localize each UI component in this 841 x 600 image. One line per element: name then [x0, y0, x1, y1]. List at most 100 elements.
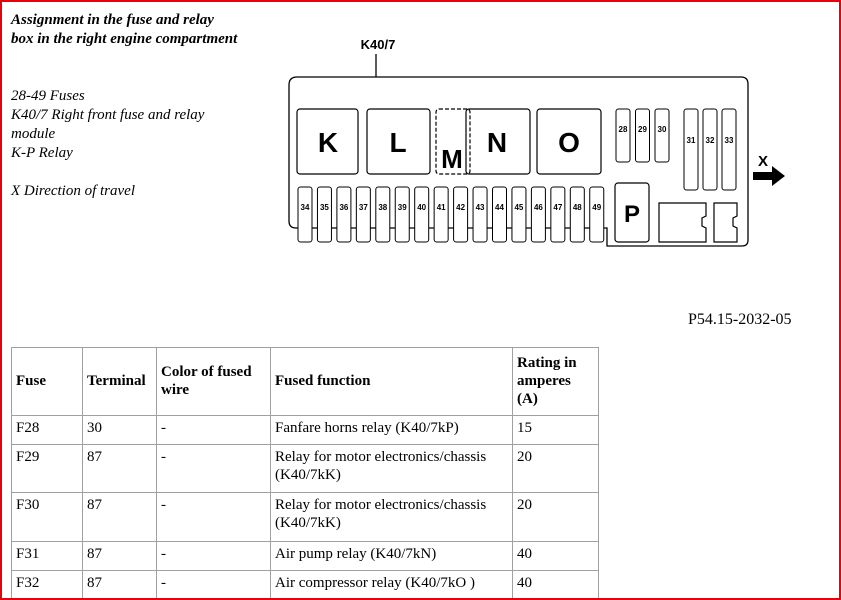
fuse-33: 33 — [721, 108, 737, 191]
fuse-label: 36 — [339, 203, 348, 212]
fuse-label: 35 — [320, 203, 329, 212]
fuse-body — [635, 108, 650, 163]
cell-fuse: F32 — [12, 571, 83, 600]
fuse-body — [492, 186, 507, 243]
header-wire-color: Color of fused wire — [157, 348, 271, 416]
fuse-body — [683, 108, 699, 191]
module-label: K40/7 — [361, 37, 396, 52]
fuse-48: 48 — [569, 186, 585, 243]
fuse-body — [433, 186, 449, 243]
relay-label: M — [441, 144, 463, 174]
fuse-40: 40 — [414, 186, 430, 243]
fuse-36: 36 — [336, 186, 352, 243]
fuse-30: 30 — [654, 108, 670, 163]
fuse-body — [654, 108, 670, 163]
table-header-row: Fuse Terminal Color of fused wire Fused … — [12, 348, 599, 416]
fuse-label: 40 — [417, 203, 426, 212]
fuse-28: 28 — [615, 108, 631, 163]
fuse-44: 44 — [492, 186, 507, 243]
fuse-label: 45 — [514, 203, 523, 212]
fuse-label: 46 — [534, 203, 543, 212]
cell-function: Air compressor relay (K40/7kO ) — [271, 571, 513, 600]
table-row: F31 87 - Air pump relay (K40/7kN) 40 — [12, 542, 599, 571]
fuse-label: 44 — [495, 203, 504, 212]
fuse-body — [615, 108, 631, 163]
fuse-29: 29 — [635, 108, 650, 163]
fuse-42: 42 — [453, 186, 469, 243]
cell-function: Relay for motor electronics/chassis (K40… — [271, 445, 513, 493]
table-row: F30 87 - Relay for motor electronics/cha… — [12, 493, 599, 542]
cell-function: Fanfare horns relay (K40/7kP) — [271, 416, 513, 445]
relay-label: N — [487, 127, 507, 158]
fuse-label: 42 — [456, 203, 465, 212]
fuse-label: 31 — [687, 136, 696, 145]
fuse-32: 32 — [702, 108, 718, 191]
fuse-46: 46 — [530, 186, 546, 243]
relay-l: L — [366, 108, 431, 175]
connector-left — [658, 202, 707, 243]
connector-right — [713, 202, 738, 243]
cell-rating: 40 — [513, 571, 599, 600]
relay-k: K — [296, 108, 359, 175]
cell-terminal: 87 — [83, 493, 157, 542]
cell-wire-color: - — [157, 493, 271, 542]
table-row: F28 30 - Fanfare horns relay (K40/7kP) 1… — [12, 416, 599, 445]
fuse-label: 38 — [378, 203, 387, 212]
fuse-43: 43 — [472, 186, 488, 243]
fuse-body — [702, 108, 718, 191]
fuse-31: 31 — [683, 108, 699, 191]
fuse-39: 39 — [394, 186, 410, 243]
fuse-label: 37 — [359, 203, 368, 212]
header-rating: Rating in amperes (A) — [513, 348, 599, 416]
cell-fuse: F31 — [12, 542, 83, 571]
fuse-34: 34 — [297, 186, 313, 243]
fuse-label: 41 — [437, 203, 446, 212]
fuse-table: Fuse Terminal Color of fused wire Fused … — [11, 347, 599, 600]
fuse-body — [550, 186, 566, 243]
fuse-label: 49 — [592, 203, 601, 212]
fuse-box-diagram: K40/7 K L NM O P 28 29 30 31 32 33 34 35 36 37 38 39 40 4… — [288, 37, 785, 247]
fuse-label: 30 — [658, 125, 667, 134]
fuse-body — [472, 186, 488, 243]
relay-p: P — [614, 182, 650, 243]
cell-terminal: 87 — [83, 542, 157, 571]
fuse-label: 33 — [725, 136, 734, 145]
fuse-body — [721, 108, 737, 191]
fuse-label: 32 — [706, 136, 715, 145]
relay-label: K — [318, 127, 338, 158]
header-fuse: Fuse — [12, 348, 83, 416]
fuse-label: 39 — [398, 203, 407, 212]
relay-label: O — [558, 127, 580, 158]
cell-terminal: 87 — [83, 445, 157, 493]
cell-rating: 15 — [513, 416, 599, 445]
fuse-body — [589, 186, 605, 243]
cell-terminal: 87 — [83, 571, 157, 600]
cell-wire-color: - — [157, 416, 271, 445]
fuse-label: 43 — [476, 203, 485, 212]
cell-rating: 20 — [513, 445, 599, 493]
fuse-body — [453, 186, 469, 243]
header-terminal: Terminal — [83, 348, 157, 416]
fuse-body — [355, 186, 371, 243]
table-row: F32 87 - Air compressor relay (K40/7kO )… — [12, 571, 599, 600]
fuse-body — [316, 186, 332, 243]
cell-fuse: F30 — [12, 493, 83, 542]
fuse-label: 28 — [619, 125, 628, 134]
fuse-body — [394, 186, 410, 243]
fuse-body — [414, 186, 430, 243]
direction-label: X — [758, 153, 768, 170]
fuse-37: 37 — [355, 186, 371, 243]
cell-function: Air pump relay (K40/7kN) — [271, 542, 513, 571]
fuse-35: 35 — [316, 186, 332, 243]
cell-fuse: F28 — [12, 416, 83, 445]
fuse-45: 45 — [511, 186, 527, 243]
cell-function: Relay for motor electronics/chassis (K40… — [271, 493, 513, 542]
fuse-body — [511, 186, 527, 243]
fuse-body — [569, 186, 585, 243]
cell-rating: 40 — [513, 542, 599, 571]
cell-terminal: 30 — [83, 416, 157, 445]
figure-id: P54.15-2032-05 — [688, 311, 792, 328]
fuse-body — [297, 186, 313, 243]
relay-label: P — [624, 201, 640, 228]
fuse-47: 47 — [550, 186, 566, 243]
